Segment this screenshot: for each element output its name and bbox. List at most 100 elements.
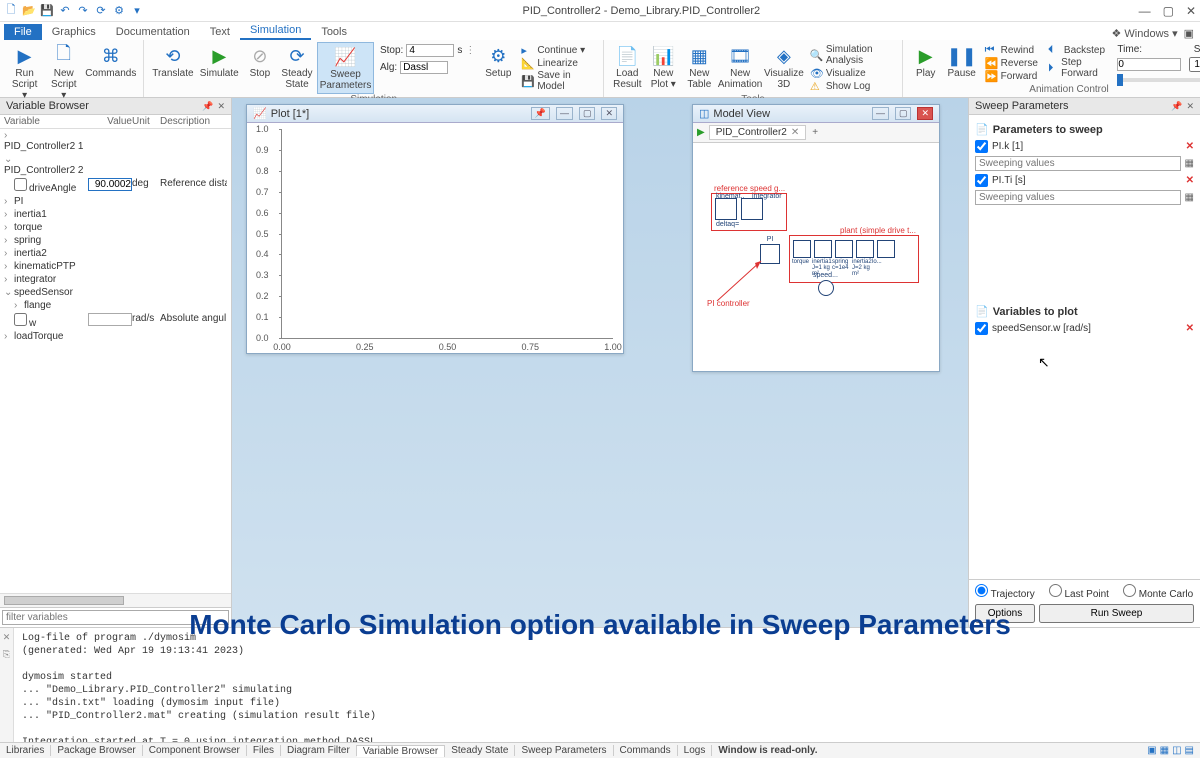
panel-pin-icon[interactable]: 📌 [202, 101, 213, 112]
speed-select[interactable]: 1 [1189, 57, 1200, 72]
block-inertia2[interactable] [856, 240, 874, 258]
new-table-button[interactable]: ▦New Table [682, 42, 716, 92]
options-button[interactable]: Options [975, 604, 1035, 623]
alg-input[interactable] [400, 61, 448, 74]
status-icon-4[interactable]: ▤ [1185, 745, 1194, 756]
close-icon[interactable]: ✕ [1186, 4, 1196, 18]
status-tab[interactable]: Sweep Parameters [515, 745, 613, 756]
run-sweep-button[interactable]: Run Sweep [1039, 604, 1194, 623]
status-icon-1[interactable]: ▣ [1147, 745, 1156, 756]
step-forward-button[interactable]: ⏵Step Forward [1048, 57, 1108, 79]
plot-min-icon[interactable]: — [556, 107, 573, 120]
sweep-parameters-button[interactable]: 📈Sweep Parameters [317, 42, 374, 94]
tab-documentation[interactable]: Documentation [106, 24, 200, 40]
open-icon[interactable]: 📂 [22, 4, 36, 18]
status-tab[interactable]: Libraries [0, 745, 51, 756]
pause-button[interactable]: ❚❚Pause [945, 42, 979, 81]
mv-tab-close-icon[interactable]: ✕ [791, 127, 799, 138]
tab-file[interactable]: File [4, 24, 42, 40]
status-tab[interactable]: Variable Browser [357, 745, 445, 757]
block-pi[interactable]: PI [760, 244, 780, 264]
settings-icon[interactable]: ⚙ [112, 4, 126, 18]
plot-pin-icon[interactable]: 📌 [531, 107, 550, 120]
status-tab[interactable]: Package Browser [51, 745, 142, 756]
filter-variables-input[interactable] [2, 610, 229, 625]
block-kinematic[interactable]: deltaq= [715, 198, 737, 220]
plot-close-icon[interactable]: ✕ [601, 107, 617, 120]
stop-time-input[interactable] [406, 44, 454, 57]
variable-row[interactable]: ›inertia2 [0, 247, 231, 260]
visualize-button[interactable]: 👁Visualize [810, 67, 892, 79]
show-log-button[interactable]: ⚠Show Log [810, 80, 892, 92]
simulation-analysis-button[interactable]: 🔍Simulation Analysis [810, 44, 892, 66]
undo-icon[interactable]: ↶ [58, 4, 72, 18]
mv-tab[interactable]: PID_Controller2✕ [709, 125, 807, 140]
block-torque[interactable] [793, 240, 811, 258]
status-tab[interactable]: Diagram Filter [281, 745, 357, 756]
variable-row[interactable]: ›loadTorque [0, 330, 231, 343]
status-icon-3[interactable]: ◫ [1172, 745, 1181, 756]
save-icon[interactable]: 💾 [40, 4, 54, 18]
block-speedsensor[interactable]: speed... [818, 280, 834, 296]
simulate-button[interactable]: ▶Simulate [198, 42, 241, 81]
refresh-icon[interactable]: ⟳ [94, 4, 108, 18]
log-close-icon[interactable]: ✕ [3, 632, 11, 643]
radio-last-point[interactable]: Last Point [1049, 584, 1109, 600]
commands-button[interactable]: ⌘Commands [84, 42, 137, 81]
load-result-button[interactable]: 📄Load Result [610, 42, 644, 92]
param2-values-input[interactable] [975, 190, 1181, 205]
animation-slider[interactable] [1117, 78, 1200, 82]
time-input[interactable] [1117, 58, 1181, 71]
stop-menu-icon[interactable]: ⋮ [465, 45, 475, 56]
tab-text[interactable]: Text [200, 24, 240, 40]
block-integrator[interactable] [741, 198, 763, 220]
continue-button[interactable]: ▸Continue ▾ [521, 44, 593, 56]
log-pin2-icon[interactable]: ⎘ [3, 649, 10, 660]
radio-trajectory[interactable]: Trajectory [975, 584, 1035, 600]
param2-remove-icon[interactable]: ✕ [1186, 175, 1194, 186]
reverse-button[interactable]: ⏪Reverse [985, 57, 1038, 69]
param1-values-input[interactable] [975, 156, 1181, 171]
new-script-button[interactable]: 🗋New Script ▾ [45, 42, 82, 103]
qat-dropdown-icon[interactable]: ▾ [130, 4, 144, 18]
variable-row[interactable]: ›spring [0, 234, 231, 247]
status-icon-2[interactable]: ▦ [1160, 745, 1169, 756]
variable-row[interactable]: ⌄PID_Controller2 2 [0, 153, 231, 177]
block-inertia1[interactable] [814, 240, 832, 258]
hscroll-thumb[interactable] [4, 596, 124, 605]
radio-monte-carlo[interactable]: Monte Carlo [1123, 584, 1193, 600]
mv-add-tab-icon[interactable]: + [812, 127, 818, 138]
variable-row[interactable]: ⌄speedSensor [0, 286, 231, 299]
block-spring[interactable] [835, 240, 853, 258]
save-in-model-button[interactable]: 💾Save in Model [521, 70, 593, 92]
var1-check[interactable] [975, 322, 988, 335]
maximize-icon[interactable]: ▢ [1163, 4, 1174, 18]
mv-min-icon[interactable]: — [872, 107, 889, 120]
variable-row[interactable]: ›inertia1 [0, 208, 231, 221]
tab-tools[interactable]: Tools [311, 24, 357, 40]
new-plot-button[interactable]: 📊New Plot ▾ [646, 42, 680, 92]
var1-remove-icon[interactable]: ✕ [1186, 323, 1194, 334]
variable-row[interactable]: wrad/sAbsolute angul... [0, 312, 231, 330]
variable-row[interactable]: ›flange [0, 299, 231, 312]
stop-button[interactable]: ⊘Stop [243, 42, 277, 81]
status-tab[interactable]: Component Browser [143, 745, 247, 756]
redo-icon[interactable]: ↷ [76, 4, 90, 18]
model-diagram[interactable]: reference speed g... deltaq= kinemat.. i… [693, 143, 939, 365]
minimize-icon[interactable]: — [1139, 4, 1151, 18]
status-tab[interactable]: Steady State [445, 745, 515, 756]
mv-run-icon[interactable]: ▶ [697, 127, 705, 138]
variable-row[interactable]: ›PI [0, 195, 231, 208]
mv-close-icon[interactable]: ✕ [917, 107, 933, 120]
param2-check[interactable] [975, 174, 988, 187]
status-tab[interactable]: Files [247, 745, 281, 756]
param1-remove-icon[interactable]: ✕ [1186, 141, 1194, 152]
status-tab[interactable]: Commands [614, 745, 678, 756]
rewind-button[interactable]: ⏮Rewind [985, 44, 1038, 56]
steady-state-button[interactable]: ⟳Steady State [279, 42, 315, 92]
param1-grid-icon[interactable]: ▦ [1185, 158, 1194, 169]
status-tab[interactable]: Logs [678, 745, 713, 756]
plot-max-icon[interactable]: ▢ [579, 107, 596, 120]
param1-check[interactable] [975, 140, 988, 153]
variable-row[interactable]: ›PID_Controller2 1 [0, 129, 231, 153]
